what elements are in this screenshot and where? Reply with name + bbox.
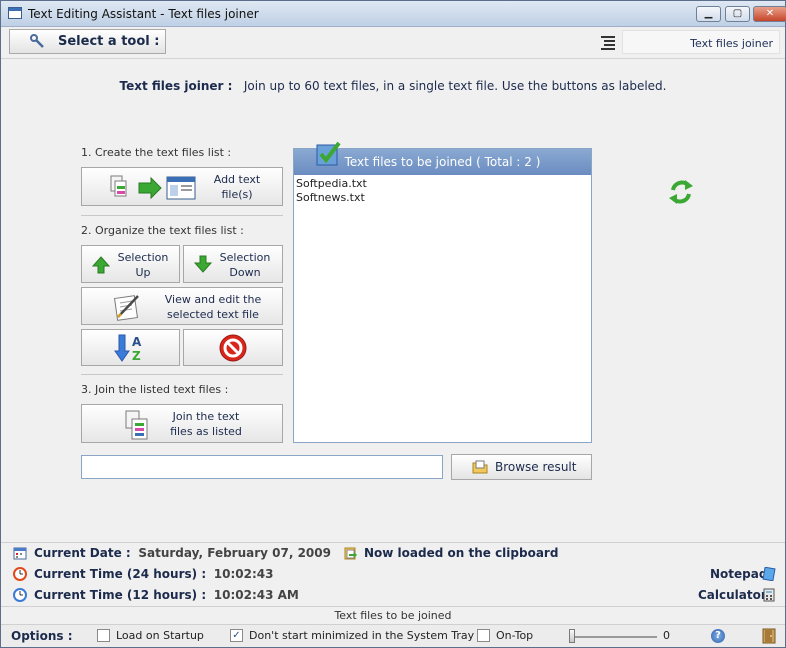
join-files-label-2: files as listed	[170, 425, 242, 438]
no-minimize-label: Don't start minimized in the System Tray	[249, 629, 475, 642]
tool-description: Text files joiner : Join up to 60 text f…	[1, 79, 785, 93]
clipboard-status-text: Now loaded on the clipboard	[364, 546, 559, 560]
join-files-icon	[125, 410, 148, 440]
time-12-row: Current Time (12 hours) : 10:02:43 AM	[34, 588, 299, 602]
select-tool-label: Select a tool :	[58, 34, 160, 49]
selection-up-button[interactable]: Selection Up	[81, 245, 180, 283]
sort-az-icon: A Z	[114, 334, 142, 363]
title-bar[interactable]: Text Editing Assistant - Text files join…	[1, 1, 786, 27]
toolbar-divider	[1, 58, 785, 59]
on-top-label: On-Top	[496, 629, 534, 642]
add-files-label-2: file(s)	[221, 188, 253, 201]
calendar-icon	[13, 547, 27, 560]
browse-result-label: Browse result	[495, 460, 577, 474]
opacity-slider-track[interactable]	[571, 636, 657, 638]
clipboard-icon	[344, 547, 357, 560]
svg-text:A: A	[132, 335, 142, 349]
options-label: Options :	[11, 629, 73, 643]
time-12-value: 10:02:43 AM	[213, 588, 299, 602]
close-button[interactable]: ✕	[753, 6, 786, 22]
checklist-icon	[316, 141, 341, 166]
notepad-label: Notepad	[710, 567, 768, 581]
add-files-label-1: Add text	[213, 173, 261, 186]
browse-result-button[interactable]: Browse result	[451, 454, 592, 480]
load-startup-label: Load on Startup	[116, 629, 204, 642]
join-files-label-1: Join the text	[172, 410, 240, 423]
arrow-down-icon	[194, 255, 212, 273]
folder-icon	[472, 460, 488, 474]
time-24-value: 10:02:43	[213, 567, 274, 581]
on-top-checkbox[interactable]	[477, 629, 490, 642]
clear-list-button[interactable]	[183, 329, 283, 366]
info-divider	[1, 542, 785, 543]
opacity-slider-thumb[interactable]	[569, 629, 575, 643]
help-icon[interactable]: ?	[711, 629, 725, 643]
time-24-row: Current Time (24 hours) : 10:02:43	[34, 567, 273, 581]
selection-down-button[interactable]: Selection Down	[183, 245, 283, 283]
list-item[interactable]: Softnews.txt	[296, 191, 365, 204]
view-edit-button[interactable]: View and edit the selected text file	[81, 287, 283, 325]
result-path-input[interactable]	[81, 455, 443, 479]
status-text: Text files to be joined	[334, 609, 452, 622]
tool-description-text: Join up to 60 text files, in a single te…	[243, 79, 667, 93]
files-list[interactable]: Text files to be joined ( Total : 2 ) So…	[293, 148, 592, 443]
calculator-link[interactable]: Calculator	[698, 588, 767, 602]
app-window: Text Editing Assistant - Text files join…	[0, 0, 786, 648]
view-edit-label-2: selected text file	[167, 308, 259, 321]
options-bar: Options : Load on Startup ✓ Don't start …	[1, 624, 785, 647]
load-startup-checkbox[interactable]	[97, 629, 110, 642]
select-tool-button[interactable]: Select a tool :	[9, 29, 166, 54]
refresh-icon[interactable]	[667, 177, 695, 207]
calculator-label: Calculator	[698, 588, 767, 602]
app-icon	[8, 7, 22, 19]
step-organize-label: 2. Organize the text files list :	[81, 224, 244, 237]
join-files-button[interactable]: Join the text files as listed	[81, 404, 283, 443]
calculator-icon[interactable]	[762, 588, 776, 602]
clock-icon	[13, 588, 27, 602]
arrow-up-icon	[92, 256, 110, 274]
notepad-icon[interactable]	[762, 567, 776, 581]
current-date-value: Saturday, February 07, 2009	[138, 546, 331, 560]
stop-icon	[219, 334, 247, 362]
opacity-value: 0	[663, 629, 670, 642]
edit-document-icon	[114, 295, 139, 321]
view-edit-label-1: View and edit the	[164, 293, 262, 306]
wrench-icon	[30, 34, 44, 48]
notepad-link[interactable]: Notepad	[710, 567, 767, 581]
step-divider	[81, 215, 283, 216]
tool-description-label: Text files joiner :	[119, 79, 233, 93]
selection-down-label-2: Down	[229, 266, 261, 279]
maximize-button[interactable]: ▢	[725, 6, 750, 22]
selection-up-label-1: Selection	[117, 251, 169, 264]
list-menu-icon[interactable]	[598, 33, 618, 51]
clock-icon	[13, 567, 27, 581]
current-tool-name: Text files joiner	[622, 30, 780, 54]
step-create-label: 1. Create the text files list :	[81, 146, 232, 159]
window-title: Text Editing Assistant - Text files join…	[28, 7, 259, 21]
add-files-icon	[110, 175, 196, 200]
sort-az-button[interactable]: A Z	[81, 329, 180, 366]
files-list-title: Text files to be joined ( Total : 2 )	[344, 155, 541, 169]
selection-up-label-2: Up	[135, 266, 151, 279]
step-divider	[81, 374, 283, 375]
clipboard-status: Now loaded on the clipboard	[364, 546, 558, 560]
current-date-row: Current Date : Saturday, February 07, 20…	[34, 546, 331, 560]
exit-door-icon[interactable]	[762, 628, 776, 644]
selection-down-label-1: Selection	[219, 251, 271, 264]
time-24-label: Current Time (24 hours) :	[34, 567, 207, 581]
status-divider	[1, 606, 785, 607]
time-12-label: Current Time (12 hours) :	[34, 588, 207, 602]
list-item[interactable]: Softpedia.txt	[296, 177, 367, 190]
no-minimize-checkbox[interactable]: ✓	[230, 629, 243, 642]
step-join-label: 3. Join the listed text files :	[81, 383, 229, 396]
current-date-label: Current Date :	[34, 546, 131, 560]
svg-text:Z: Z	[132, 349, 141, 363]
add-files-button[interactable]: Add text file(s)	[81, 167, 283, 206]
minimize-button[interactable]: ▁	[696, 6, 721, 22]
